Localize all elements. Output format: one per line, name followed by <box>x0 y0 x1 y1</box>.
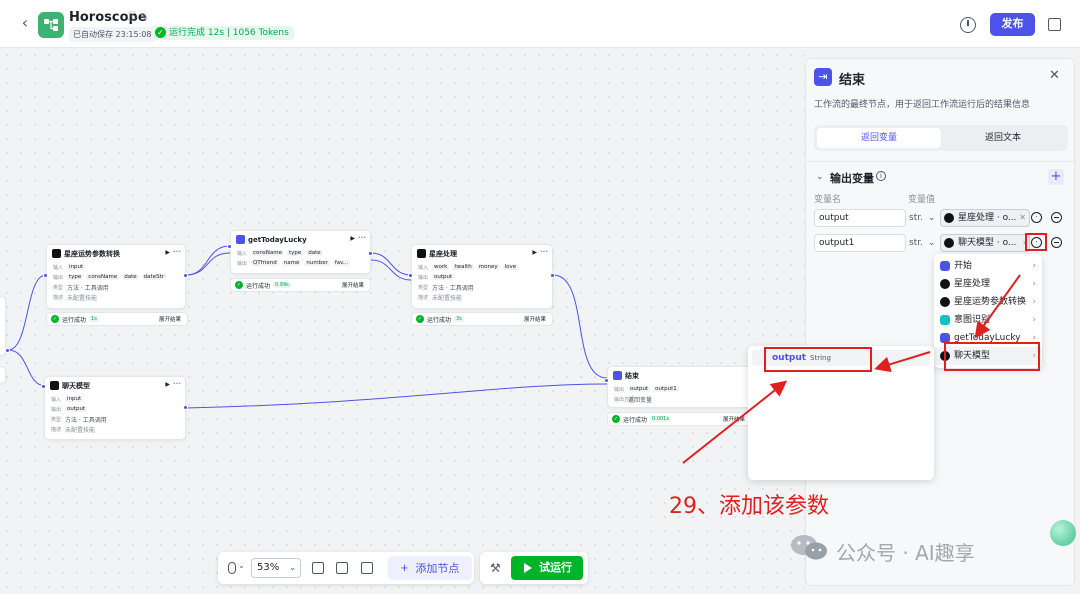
annotation-arrows <box>682 274 1021 464</box>
annotation-arrow <box>974 274 1021 339</box>
assistant-ball-icon[interactable] <box>1050 520 1076 546</box>
annotation-arrow <box>874 351 931 373</box>
annotation-note: 29、添加该参数 <box>669 494 829 519</box>
watermark: 公众号 · AI趣享 <box>836 541 975 565</box>
annotation-arrow <box>682 380 788 464</box>
wechat-icon <box>791 535 827 560</box>
